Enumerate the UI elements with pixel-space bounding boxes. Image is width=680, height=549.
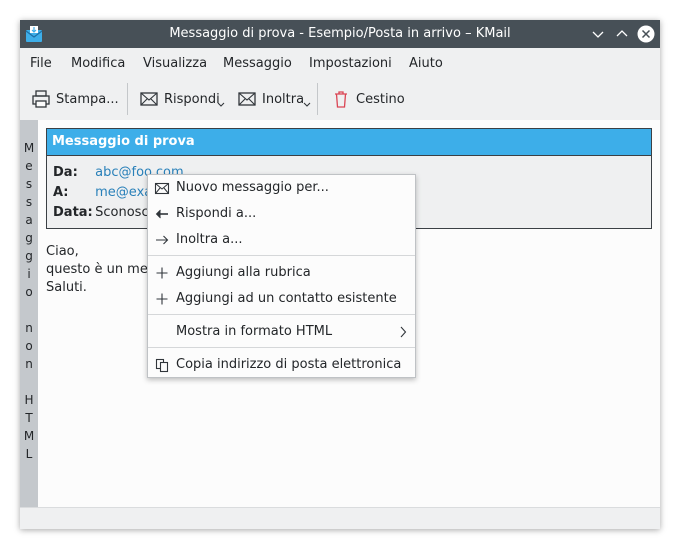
indicator-char: n xyxy=(25,357,33,371)
close-icon[interactable] xyxy=(636,24,656,44)
trash-button[interactable]: Cestino xyxy=(330,85,405,113)
maximize-icon[interactable] xyxy=(612,24,632,44)
indicator-char: g xyxy=(25,249,33,263)
menu-item-copy-email[interactable]: Copia indirizzo di posta elettronica xyxy=(148,352,415,378)
reply-label: Rispondi xyxy=(164,91,220,107)
menu-separator xyxy=(148,314,415,315)
title-bar[interactable]: Messaggio di prova - Esempio/Posta in ar… xyxy=(20,20,660,48)
menu-item-reply-to[interactable]: Rispondi a... xyxy=(148,201,415,227)
menu-item-label: Mostra in formato HTML xyxy=(176,324,333,339)
menu-separator xyxy=(148,255,415,256)
message-subject: Messaggio di prova xyxy=(52,134,195,149)
plus-icon xyxy=(156,293,168,305)
menu-item-forward-to[interactable]: Inoltra a... xyxy=(148,227,415,253)
toolbar-separator xyxy=(127,83,128,115)
menu-separator xyxy=(148,347,415,348)
indicator-char: L xyxy=(25,447,33,461)
indicator-char: M xyxy=(23,141,35,155)
menu-item-show-html[interactable]: Mostra in formato HTML xyxy=(148,319,415,345)
menu-item-label: Nuovo messaggio per... xyxy=(176,180,329,195)
indicator-char: M xyxy=(23,429,35,443)
non-html-indicator: M e s s a g g i o n o n H T M L xyxy=(20,120,38,507)
mail-forward-icon xyxy=(238,92,256,106)
menu-item-add-to-existing-contact[interactable]: Aggiungi ad un contatto esistente xyxy=(148,286,415,312)
indicator-char: a xyxy=(25,213,33,227)
message-body-line: Saluti. xyxy=(46,280,87,295)
menu-messaggio[interactable]: Messaggio xyxy=(223,56,292,71)
indicator-char: g xyxy=(25,231,33,245)
print-label: Stampa... xyxy=(56,91,119,107)
date-key: Data: xyxy=(53,205,93,220)
indicator-char: s xyxy=(25,195,33,209)
indicator-char: e xyxy=(25,159,33,173)
message-body-line: Ciao, xyxy=(46,244,79,259)
message-subject-bar: Messaggio di prova xyxy=(47,129,651,156)
submenu-chevron-icon xyxy=(400,326,407,338)
window-title: Messaggio di prova - Esempio/Posta in ar… xyxy=(169,26,511,41)
plus-icon xyxy=(156,267,168,279)
menu-modifica[interactable]: Modifica xyxy=(71,56,125,71)
indicator-char: T xyxy=(25,411,33,425)
forward-dropdown-icon[interactable] xyxy=(303,102,311,108)
toolbar: Stampa... Rispondi Inoltra Cestino xyxy=(20,78,660,120)
printer-icon xyxy=(32,90,50,108)
trash-label: Cestino xyxy=(356,91,405,107)
message-body-line: questo è un mes xyxy=(46,262,155,277)
menu-item-label: Inoltra a... xyxy=(176,232,243,247)
indicator-char: o xyxy=(25,339,33,353)
menu-item-add-to-addressbook[interactable]: Aggiungi alla rubrica xyxy=(148,260,415,286)
menu-item-label: Rispondi a... xyxy=(176,206,257,221)
reply-button[interactable]: Rispondi xyxy=(138,85,220,113)
menu-impostazioni[interactable]: Impostazioni xyxy=(309,56,392,71)
menu-aiuto[interactable]: Aiuto xyxy=(409,56,443,71)
context-menu: Nuovo messaggio per... Rispondi a... Ino… xyxy=(147,174,416,378)
menu-item-label: Aggiungi alla rubrica xyxy=(176,265,311,280)
indicator-char: s xyxy=(25,177,33,191)
indicator-char: i xyxy=(27,267,31,281)
forward-button[interactable]: Inoltra xyxy=(236,85,304,113)
copy-icon xyxy=(155,358,169,373)
print-button[interactable]: Stampa... xyxy=(30,85,119,113)
to-key: A: xyxy=(53,185,69,200)
menu-item-label: Aggiungi ad un contatto esistente xyxy=(176,291,397,306)
status-bar xyxy=(20,507,660,529)
menu-item-new-message[interactable]: Nuovo messaggio per... xyxy=(148,175,415,201)
menu-visualizza[interactable]: Visualizza xyxy=(143,56,207,71)
indicator-char: H xyxy=(24,393,34,407)
menu-bar: File Modifica Visualizza Messaggio Impos… xyxy=(20,48,660,78)
from-key: Da: xyxy=(53,165,78,180)
reply-arrow-icon xyxy=(155,209,168,219)
menu-file[interactable]: File xyxy=(30,56,52,71)
minimize-icon[interactable] xyxy=(588,24,608,44)
reply-dropdown-icon[interactable] xyxy=(217,102,225,108)
indicator-char: o xyxy=(25,285,33,299)
header-to-row: A: me@exar xyxy=(53,185,158,200)
menu-item-label: Copia indirizzo di posta elettronica xyxy=(176,357,402,372)
forward-arrow-icon xyxy=(156,235,169,245)
mail-new-icon xyxy=(154,182,170,195)
toolbar-separator xyxy=(317,83,318,115)
forward-label: Inoltra xyxy=(262,91,305,107)
header-date-row: Data: Sconosciu xyxy=(53,205,160,220)
indicator-char: n xyxy=(25,321,33,335)
trash-icon xyxy=(335,91,347,108)
mail-reply-icon xyxy=(140,92,158,106)
kmail-window: Messaggio di prova - Esempio/Posta in ar… xyxy=(20,20,660,529)
